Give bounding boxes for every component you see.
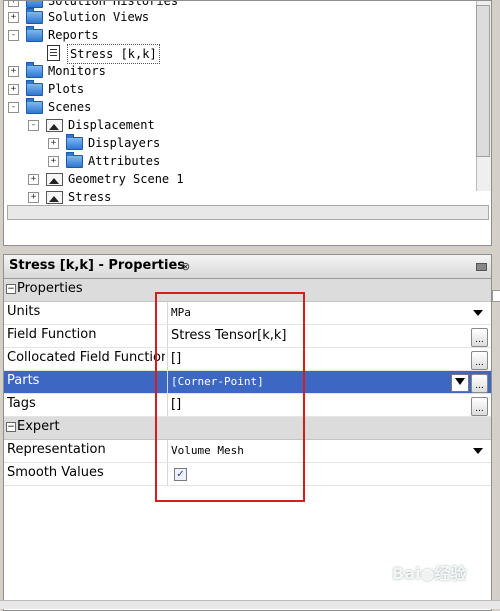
expand-icon[interactable]: + <box>8 66 19 77</box>
report-icon <box>47 45 60 61</box>
collapse-icon[interactable]: - <box>8 30 19 41</box>
tree-item-label: Plots <box>48 82 85 96</box>
tree-item-label: Geometry Scene 1 <box>68 172 184 186</box>
ellipsis-button[interactable]: ... <box>471 374 488 393</box>
tree-item-label: Reports <box>48 28 99 42</box>
expand-icon[interactable]: + <box>48 138 59 149</box>
expand-icon[interactable]: + <box>28 174 39 185</box>
ellipsis-button[interactable]: ... <box>471 397 488 416</box>
highlight-box <box>155 292 305 502</box>
folder-icon <box>26 98 43 114</box>
property-name: Parts <box>7 373 40 388</box>
scene-icon <box>46 191 63 204</box>
collapse-icon[interactable]: − <box>6 284 16 294</box>
tree-item-label: Stress [k,k] <box>67 44 160 64</box>
properties-title: Stress [k,k] - Properties <box>9 258 185 273</box>
property-name: Units <box>7 304 41 319</box>
property-name: Tags <box>7 396 36 411</box>
folder-icon <box>26 62 43 78</box>
expand-icon[interactable]: + <box>8 84 19 95</box>
group-label: Expert <box>17 419 60 434</box>
side-toggle[interactable] <box>492 290 500 302</box>
folder-icon <box>26 80 43 96</box>
folder-icon <box>26 26 43 42</box>
expand-icon[interactable]: + <box>28 192 39 203</box>
folder-icon <box>26 8 43 24</box>
folder-icon <box>26 1 43 8</box>
collapse-icon[interactable]: − <box>6 422 16 432</box>
properties-header: Stress [k,k] - Properties ⊗ <box>4 255 491 279</box>
tree-item-label: Scenes <box>48 100 92 114</box>
scrollbar-thumb[interactable] <box>476 5 490 157</box>
property-name: Collocated Field Function <box>7 350 165 365</box>
vertical-scrollbar[interactable] <box>476 1 491 191</box>
bottom-bar <box>0 600 500 609</box>
tree-item-label: Stress <box>68 190 112 204</box>
tree-item-label: Solution Views <box>48 10 150 24</box>
property-name: Field Function <box>7 327 97 342</box>
tree-item-label: Displacement <box>68 118 155 132</box>
group-label: Properties <box>17 281 83 296</box>
filter-icon[interactable] <box>451 374 469 392</box>
minimize-icon[interactable] <box>476 263 487 271</box>
horizontal-scrollbar[interactable] <box>7 205 489 220</box>
watermark: Bai●经验 <box>392 564 467 583</box>
property-name: Smooth Values <box>7 465 104 480</box>
ellipsis-button[interactable]: ... <box>471 351 488 370</box>
dropdown-arrow-icon[interactable] <box>473 448 483 454</box>
simulation-tree[interactable]: + Solution Histories + Solution Views - … <box>3 0 492 246</box>
collapse-icon[interactable]: - <box>8 102 19 113</box>
expand-icon[interactable]: + <box>48 156 59 167</box>
tree-item-label: Attributes <box>88 154 161 168</box>
folder-icon <box>66 134 83 150</box>
expand-icon[interactable]: + <box>8 12 19 23</box>
folder-icon <box>66 152 83 168</box>
close-icon[interactable]: ⊗ <box>181 260 190 273</box>
scene-icon <box>46 173 63 186</box>
tree-item-label: Monitors <box>48 64 106 78</box>
scene-icon <box>46 119 63 132</box>
tree-item-label: Displayers <box>88 136 161 150</box>
dropdown-arrow-icon[interactable] <box>473 310 483 316</box>
expand-icon[interactable]: + <box>8 1 19 7</box>
property-name: Representation <box>7 442 106 457</box>
collapse-icon[interactable]: - <box>28 120 39 131</box>
ellipsis-button[interactable]: ... <box>471 328 488 347</box>
